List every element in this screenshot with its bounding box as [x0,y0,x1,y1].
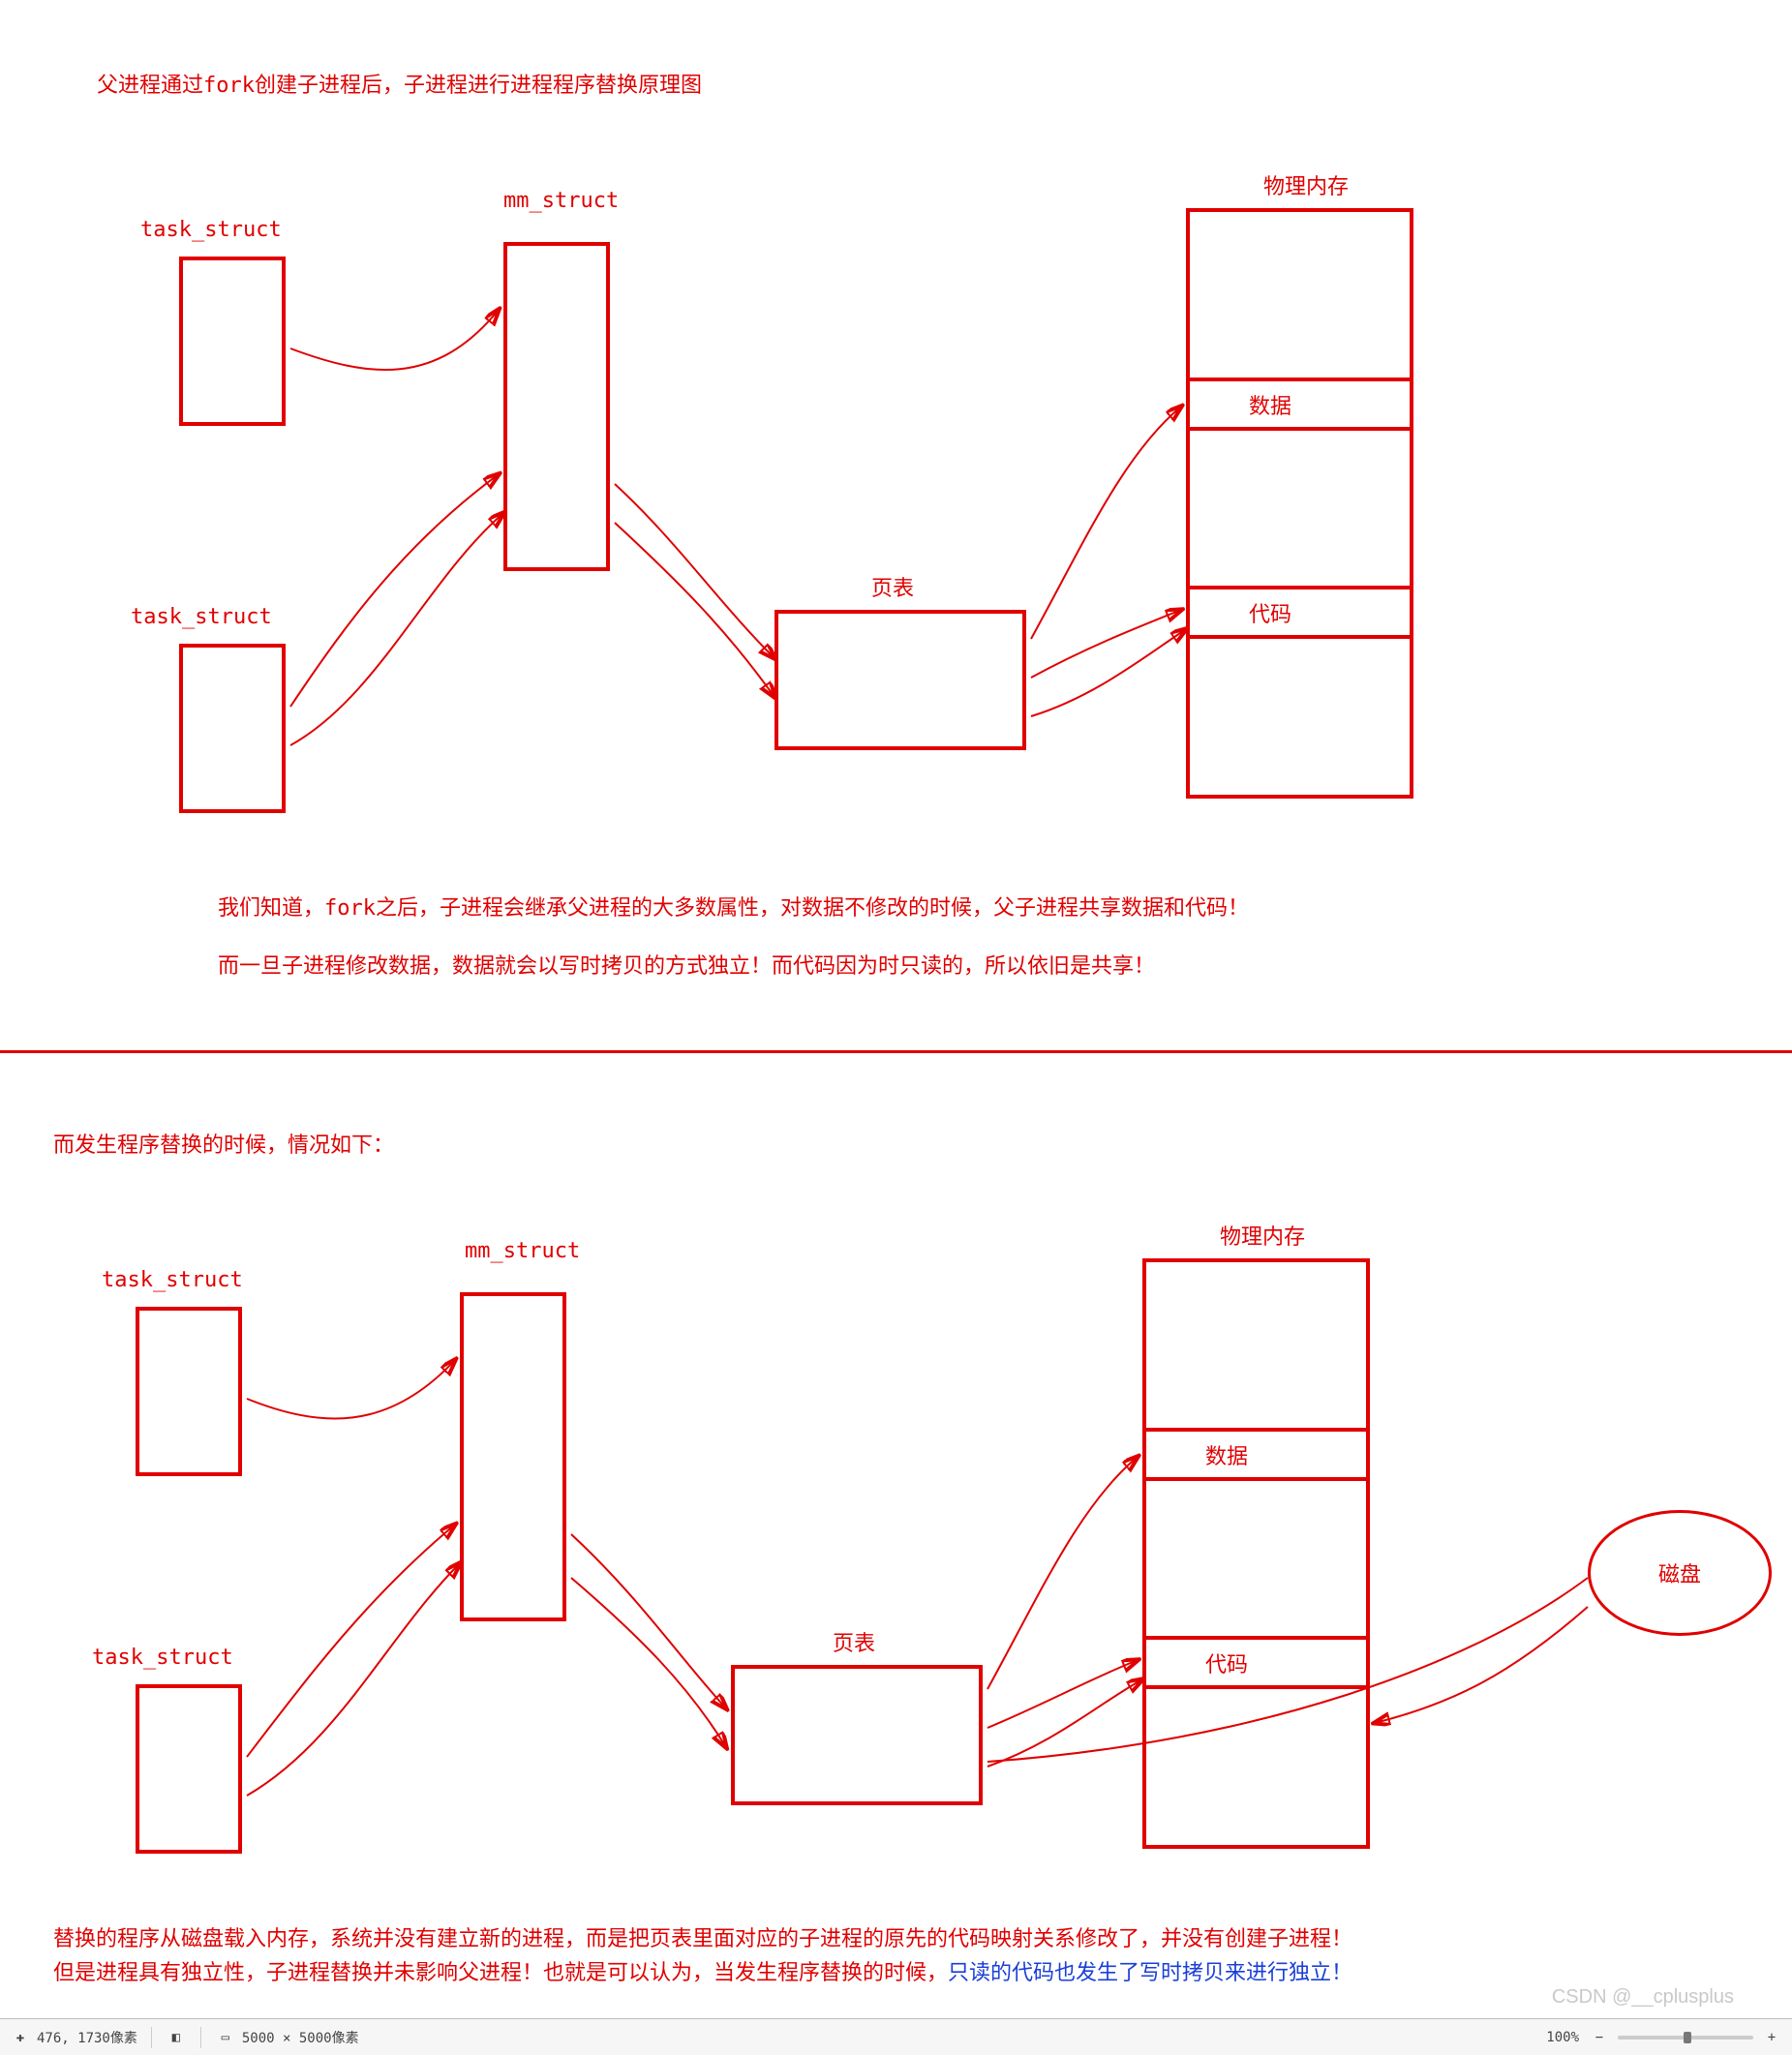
segment-data-label-2: 数据 [1205,1439,1248,1470]
box-task-struct-child-1 [179,644,286,813]
segment-code-label-1: 代码 [1249,597,1291,628]
label-physmem-2: 物理内存 [1220,1220,1305,1251]
box-page-table-2 [731,1665,983,1805]
label-task-struct-child-2: task_struct [92,1646,233,1670]
box-physmem-1 [1186,208,1413,799]
label-task-struct-child-1: task_struct [131,605,272,629]
box-task-struct-parent-2 [136,1307,242,1476]
zoom-slider[interactable] [1618,2036,1753,2040]
diagram2-note1: 替换的程序从磁盘载入内存，系统并没有建立新的进程，而是把页表里面对应的子进程的原… [53,1921,1352,1952]
disk-label: 磁盘 [1658,1557,1701,1588]
canvas-size-icon: ▭ [215,2027,236,2048]
segment-data-2 [1142,1428,1370,1481]
box-task-struct-child-2 [136,1684,242,1854]
segment-code-1 [1186,586,1413,639]
label-physmem-1: 物理内存 [1263,169,1349,200]
box-task-struct-parent-1 [179,257,286,426]
zoom-in-button[interactable]: + [1761,2027,1782,2048]
zoom-out-button[interactable]: − [1589,2027,1610,2048]
diagram1-title: 父进程通过fork创建子进程后，子进程进行进程程序替换原理图 [97,68,702,99]
section-divider [0,1050,1792,1053]
diagram2-title: 而发生程序替换的时候，情况如下： [53,1128,394,1159]
watermark: CSDN @__cplusplus [1552,1986,1734,2009]
label-task-struct-parent-1: task_struct [140,218,282,242]
selection-icon: ◧ [166,2027,187,2048]
label-page-table-2: 页表 [833,1626,875,1657]
diagram-canvas: 父进程通过fork创建子进程后，子进程进行进程程序替换原理图 task_stru… [0,0,1792,2055]
canvas-dims: 5000 × 5000像素 [242,2028,359,2047]
label-mm-struct-2: mm_struct [465,1239,580,1263]
diagram2-note2a: 但是进程具有独立性，子进程替换并未影响父进程！也就是可以认为，当发生程序替换的时… [53,1961,948,1985]
label-mm-struct-1: mm_struct [503,189,619,213]
disk-node: 磁盘 [1588,1510,1772,1636]
segment-code-2 [1142,1636,1370,1689]
diagram1-note2: 而一旦子进程修改数据，数据就会以写时拷贝的方式独立！而代码因为时只读的，所以依旧… [218,949,1155,980]
cursor-pos-icon: ✚ [10,2027,31,2048]
segment-data-label-1: 数据 [1249,389,1291,420]
box-physmem-2 [1142,1258,1370,1849]
segment-code-label-2: 代码 [1205,1647,1248,1678]
segment-data-1 [1186,378,1413,431]
cursor-pos: 476, 1730像素 [37,2028,137,2047]
label-page-table-1: 页表 [871,571,914,602]
diagram2-note2b: 只读的代码也发生了写时拷贝来进行独立！ [948,1961,1352,1985]
box-mm-struct-2 [460,1292,566,1621]
label-task-struct-parent-2: task_struct [102,1268,243,1292]
diagram2-note2: 但是进程具有独立性，子进程替换并未影响父进程！也就是可以认为，当发生程序替换的时… [53,1955,1352,1986]
status-bar: ✚ 476, 1730像素 ◧ ▭ 5000 × 5000像素 100% − + [0,2018,1792,2055]
box-mm-struct-1 [503,242,610,571]
diagram1-note1: 我们知道，fork之后，子进程会继承父进程的大多数属性，对数据不修改的时候，父子… [218,891,1249,922]
zoom-value: 100% [1546,2030,1579,2045]
box-page-table-1 [775,610,1026,750]
